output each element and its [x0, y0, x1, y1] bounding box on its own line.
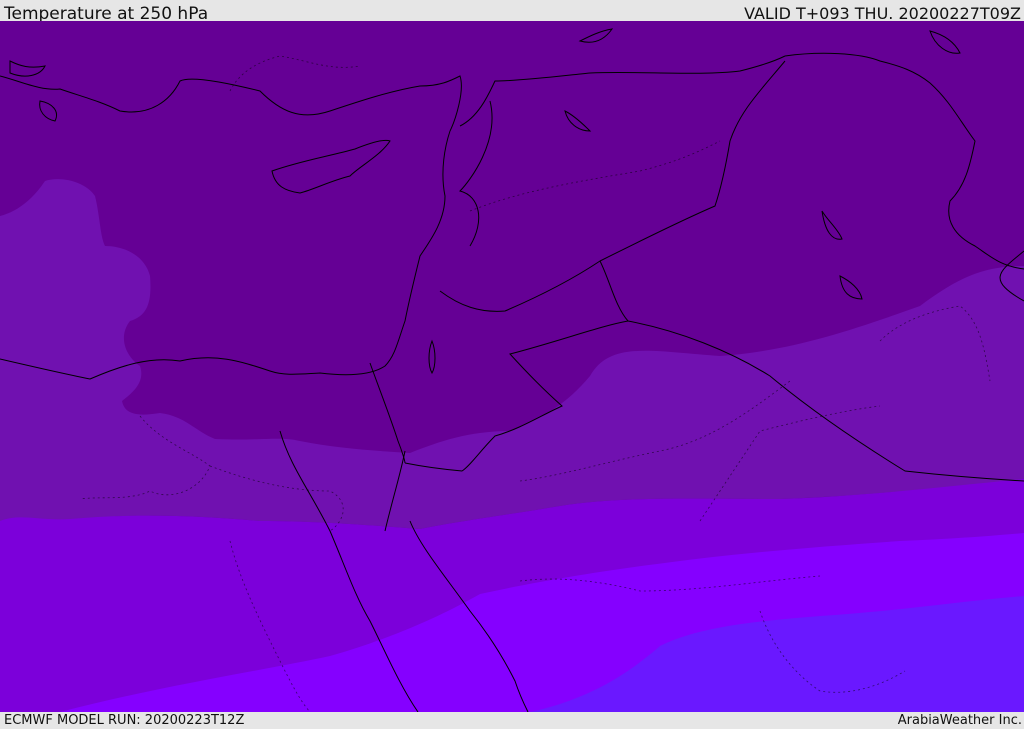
- temperature-map[interactable]: [0, 21, 1024, 712]
- credit-text: ArabiaWeather Inc.: [897, 713, 1022, 728]
- model-run: ECMWF MODEL RUN: 20200223T12Z: [4, 713, 245, 728]
